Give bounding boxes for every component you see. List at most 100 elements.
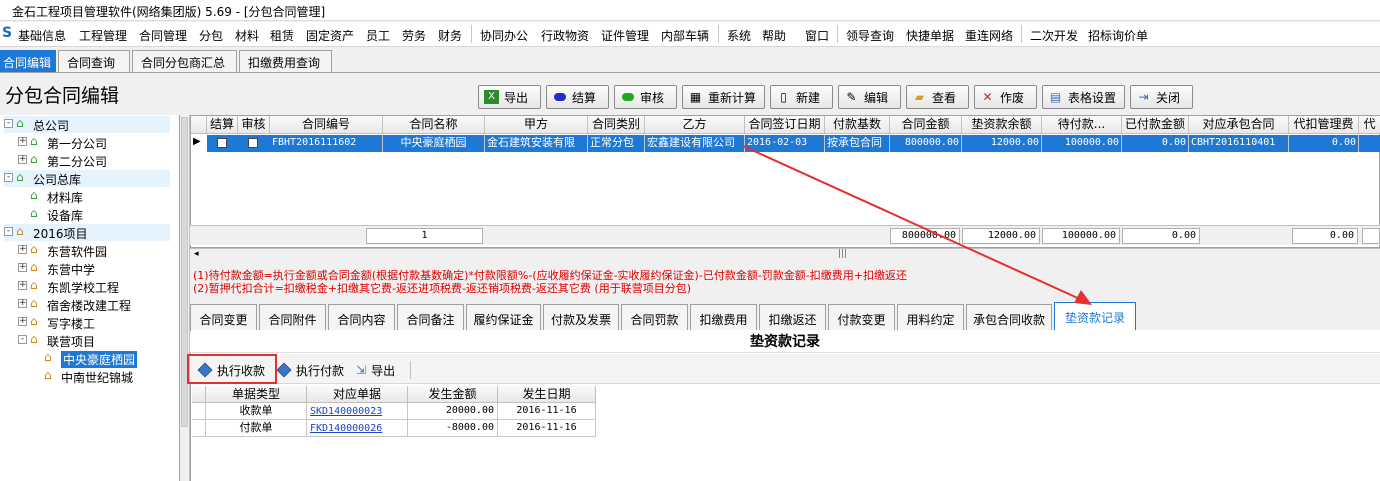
grid-header[interactable]: 代扣管理费 [1289, 116, 1359, 134]
grid-horizontal-scrollbar[interactable]: ◂ ||| [190, 248, 1380, 262]
execute-pay-button[interactable]: 执行付款 [276, 360, 344, 380]
tab-contract-content[interactable]: 合同内容 [328, 304, 395, 330]
menu-fixed-assets[interactable]: 固定资产 [306, 27, 354, 44]
grid-header[interactable]: 对应承包合同 [1189, 116, 1289, 134]
settle-button[interactable]: 结算 [546, 85, 609, 109]
tab-payment-invoice[interactable]: 付款及发票 [543, 304, 619, 330]
tab-performance-bond[interactable]: 履约保证金 [466, 304, 541, 330]
tab-contract-attachment[interactable]: 合同附件 [259, 304, 326, 330]
menu-leader-query[interactable]: 领导查询 [846, 27, 894, 44]
cell-contract-amount[interactable]: 800000.00 [890, 135, 962, 152]
cell-sign-date[interactable]: 2016-02-03 [745, 135, 825, 152]
menu-secondary-dev[interactable]: 二次开发 [1030, 27, 1078, 44]
menu-quick-docs[interactable]: 快捷单据 [906, 27, 954, 44]
expand-icon[interactable]: + [18, 281, 27, 290]
tab-contract-change[interactable]: 合同变更 [190, 304, 257, 330]
cell-category[interactable]: 正常分包 [588, 135, 645, 152]
menu-vehicles[interactable]: 内部车辆 [661, 27, 709, 44]
grid-header[interactable]: 已付款金额 [1122, 116, 1189, 134]
grid-header[interactable]: 垫资款余额 [962, 116, 1042, 134]
cell-contract-no[interactable]: FBHT2016111602 [270, 135, 383, 152]
menu-collab-office[interactable]: 协同办公 [480, 27, 528, 44]
settle-checkbox[interactable] [217, 138, 227, 148]
expand-icon[interactable]: + [18, 317, 27, 326]
new-button[interactable]: ▯ 新建 [770, 85, 833, 109]
tab-contract-query[interactable]: 合同查询 [58, 50, 130, 72]
cell-main-contract[interactable]: CBHT2016110401 [1189, 135, 1289, 152]
grid-header[interactable]: 合同金额 [890, 116, 962, 134]
collapse-icon[interactable]: - [4, 119, 13, 128]
tree-node[interactable]: + ⌂ 东凯学校工程 [18, 278, 170, 295]
tree-node[interactable]: ⌂ 中央豪庭栖园 [32, 350, 170, 368]
collapse-icon[interactable]: - [4, 173, 13, 182]
audit-button[interactable]: 审核 [614, 85, 677, 109]
cell-mgmt-fee[interactable]: 0.00 [1289, 135, 1359, 152]
grid-header[interactable]: 发生金额 [408, 386, 498, 403]
cell-amount[interactable]: 20000.00 [408, 403, 498, 420]
menu-finance[interactable]: 财务 [438, 27, 462, 44]
cell-paid-amount[interactable]: 0.00 [1122, 135, 1189, 152]
expand-icon[interactable]: + [18, 137, 27, 146]
cell-amount[interactable]: -8000.00 [408, 420, 498, 437]
menu-reconnect[interactable]: 重连网络 [965, 27, 1013, 44]
doc-link[interactable]: SKD140000023 [310, 406, 382, 417]
tab-contract-penalty[interactable]: 合同罚款 [621, 304, 688, 330]
tab-subcontractor-summary[interactable]: 合同分包商汇总 [132, 50, 237, 72]
cell-date[interactable]: 2016-11-16 [498, 420, 596, 437]
menu-lease[interactable]: 租赁 [270, 27, 294, 44]
expand-icon[interactable]: + [18, 263, 27, 272]
grid-header[interactable]: 单据类型 [206, 386, 307, 403]
tree-node[interactable]: - ⌂ 2016项目 [4, 224, 170, 241]
tree-node[interactable]: + ⌂ 第一分公司 [18, 134, 170, 151]
view-button[interactable]: ▰ 查看 [906, 85, 969, 109]
cell-advance-balance[interactable]: 12000.00 [962, 135, 1042, 152]
tab-payment-change[interactable]: 付款变更 [828, 304, 895, 330]
close-button[interactable]: ⇥ 关闭 [1130, 85, 1193, 109]
tree-node[interactable]: + ⌂ 宿舍楼改建工程 [18, 296, 170, 313]
cell-doc-type[interactable]: 收款单 [206, 403, 307, 420]
grid-header[interactable]: 合同名称 [383, 116, 485, 134]
grid-header[interactable]: 代 [1359, 116, 1380, 134]
tree-node[interactable]: ⌂ 设备库 [18, 206, 170, 224]
tree-node[interactable]: ⌂ 材料库 [18, 188, 170, 206]
menu-window[interactable]: 窗口 [805, 27, 829, 44]
void-button[interactable]: ✕ 作废 [974, 85, 1037, 109]
expand-icon[interactable]: + [18, 299, 27, 308]
recalculate-button[interactable]: ▦ 重新计算 [682, 85, 765, 109]
panel-export-button[interactable]: ⇲ 导出 [356, 360, 395, 380]
grid-header[interactable]: 合同编号 [270, 116, 383, 134]
cell-doc-type[interactable]: 付款单 [206, 420, 307, 437]
expand-icon[interactable]: + [18, 245, 27, 254]
tree-node[interactable]: - ⌂ 总公司 [4, 116, 170, 133]
grid-header[interactable]: 合同签订日期 [745, 116, 825, 134]
grid-header[interactable]: 结算 [207, 116, 238, 134]
export-button[interactable]: X 导出 [478, 85, 541, 109]
grid-header[interactable]: 乙方 [645, 116, 745, 134]
cell-payment-base[interactable]: 按承包合同 [825, 135, 890, 152]
grid-header[interactable]: 审核 [238, 116, 270, 134]
menu-certificates[interactable]: 证件管理 [601, 27, 649, 44]
tab-deduction-refund[interactable]: 扣缴返还 [759, 304, 826, 330]
cell-pending-payment[interactable]: 100000.00 [1042, 135, 1122, 152]
tab-contract-edit[interactable]: 合同编辑 [0, 50, 56, 72]
tree-node[interactable]: - ⌂ 公司总库 [4, 170, 170, 187]
grid-header[interactable]: 发生日期 [498, 386, 596, 403]
menu-labor[interactable]: 劳务 [402, 27, 426, 44]
tree-node[interactable]: ⌂ 中南世纪锦城 [32, 368, 170, 386]
menu-basic-info[interactable]: 基础信息 [18, 27, 66, 44]
edit-button[interactable]: ✎ 编辑 [838, 85, 901, 109]
menu-staff[interactable]: 员工 [366, 27, 390, 44]
expand-icon[interactable]: + [18, 155, 27, 164]
menu-material[interactable]: 材料 [235, 27, 259, 44]
tree-node[interactable]: + ⌂ 东营中学 [18, 260, 170, 277]
scroll-left-icon[interactable]: ◂ [194, 249, 199, 259]
grid-header[interactable]: 待付款... [1042, 116, 1122, 134]
menu-admin-supplies[interactable]: 行政物资 [541, 27, 589, 44]
menu-project[interactable]: 工程管理 [79, 27, 127, 44]
grid-header[interactable]: 甲方 [485, 116, 588, 134]
cell-party-b[interactable]: 宏鑫建设有限公司 [645, 135, 745, 152]
cell-date[interactable]: 2016-11-16 [498, 403, 596, 420]
tree-node[interactable]: - ⌂ 联营项目 [18, 332, 170, 349]
tab-main-contract-receipts[interactable]: 承包合同收款 [966, 304, 1052, 330]
menu-system[interactable]: 系统 [727, 27, 751, 44]
